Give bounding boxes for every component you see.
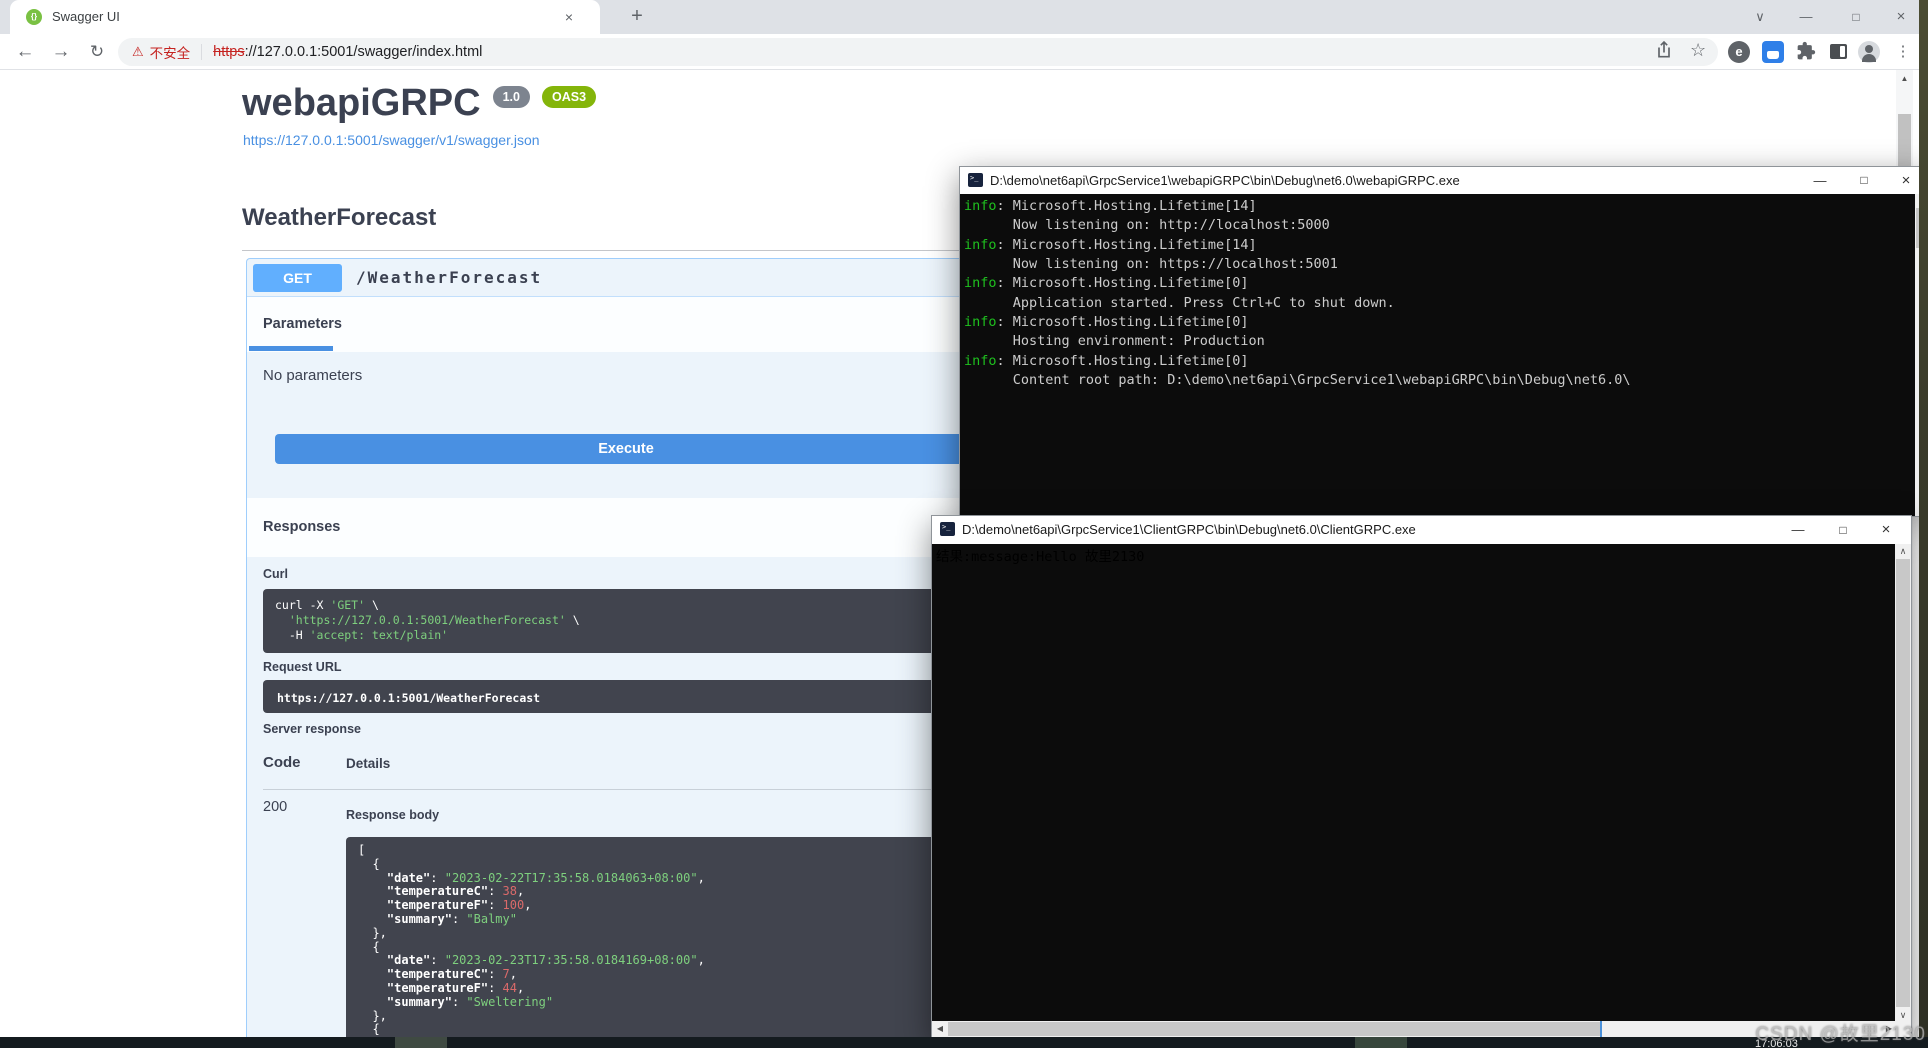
bookmark-star-icon[interactable]: ☆: [1690, 40, 1706, 61]
details-column-header: Details: [346, 756, 390, 771]
status-code-value: 200: [263, 799, 287, 815]
console2-minimize-button[interactable]: —: [1783, 516, 1813, 544]
console2-close-button[interactable]: ×: [1871, 516, 1901, 544]
csdn-watermark: CSDN @故里2130: [1755, 1019, 1926, 1046]
version-badge: 1.0: [493, 86, 530, 108]
extension-e-icon[interactable]: e: [1728, 41, 1750, 63]
operation-path: /WeatherForecast: [356, 268, 542, 287]
desktop-edge-sliver: [1919, 0, 1928, 1048]
url-https-struck: https: [213, 44, 244, 60]
console1-close-button[interactable]: ×: [1891, 167, 1921, 194]
console-icon: >_: [968, 173, 983, 187]
get-method-badge: GET: [253, 264, 342, 292]
scrollbar-up-icon[interactable]: ▲: [1896, 74, 1913, 83]
reload-button-icon[interactable]: ↻: [82, 34, 112, 70]
console-icon: >_: [940, 522, 955, 536]
page-url[interactable]: https://127.0.0.1:5001/swagger/index.htm…: [213, 44, 482, 60]
forward-button-icon[interactable]: →: [46, 34, 76, 70]
curl-label: Curl: [263, 567, 288, 581]
omnibox-divider: [201, 44, 202, 60]
request-url-label: Request URL: [263, 660, 341, 674]
swagger-favicon-icon: {}: [26, 9, 42, 25]
console1-title: D:\demo\net6api\GrpcService1\webapiGRPC\…: [990, 167, 1460, 194]
console2-maximize-button[interactable]: □: [1828, 516, 1858, 544]
window-minimize-button[interactable]: —: [1794, 0, 1818, 34]
parameters-tab-underline: [249, 346, 333, 351]
console2-vertical-scrollbar[interactable]: ∧ ∨: [1895, 544, 1911, 1023]
taskbar-sliver[interactable]: 17:06:03: [0, 1037, 1928, 1048]
url-rest: ://127.0.0.1:5001/swagger/index.html: [245, 44, 483, 60]
console-window-webapigrpc[interactable]: >_ D:\demo\net6api\GrpcService1\webapiGR…: [959, 166, 1928, 517]
tag-section-title[interactable]: WeatherForecast: [242, 204, 436, 232]
scrollbar-thumb[interactable]: [1898, 114, 1911, 170]
profile-avatar[interactable]: [1858, 41, 1880, 63]
console2-title: D:\demo\net6api\GrpcService1\ClientGRPC\…: [962, 516, 1416, 544]
tab-list-chevron-icon[interactable]: ∨: [1748, 0, 1772, 34]
console1-output: info: Microsoft.Hosting.Lifetime[14] Now…: [960, 194, 1927, 516]
taskbar-app-patch: [1355, 1037, 1407, 1048]
console2-scroll-left-icon[interactable]: ◀: [933, 1021, 947, 1037]
execute-button[interactable]: Execute: [275, 434, 977, 464]
tab-close-icon[interactable]: ×: [558, 0, 580, 34]
security-warning-label[interactable]: 不安全: [150, 42, 191, 62]
console2-horizontal-scrollbar[interactable]: ◀ ▶: [932, 1021, 1897, 1037]
extension-blue-icon[interactable]: [1762, 41, 1784, 63]
browser-tab[interactable]: {} Swagger UI ×: [10, 0, 600, 34]
parameters-label: Parameters: [263, 316, 342, 332]
console2-hscroll-accent: [1600, 1021, 1602, 1037]
security-warning-icon[interactable]: ⚠: [132, 44, 144, 60]
console2-output: 结果:message:Hello 故里2130: [932, 544, 1897, 1023]
browser-menu-icon[interactable]: ⋮: [1892, 41, 1914, 63]
oas3-badge: OAS3: [542, 86, 596, 108]
responses-label: Responses: [263, 519, 340, 535]
browser-toolbar: ← → ↻ ⚠ 不安全 https://127.0.0.1:5001/swagg…: [0, 34, 1919, 70]
extensions-puzzle-icon[interactable]: [1796, 41, 1818, 63]
api-title: webapiGRPC1.0OAS3: [242, 82, 596, 125]
new-tab-button[interactable]: +: [622, 0, 652, 33]
address-bar[interactable]: ⚠ 不安全 https://127.0.0.1:5001/swagger/ind…: [118, 38, 1718, 66]
tab-title: Swagger UI: [52, 0, 120, 34]
side-panel-icon[interactable]: [1830, 44, 1847, 59]
tab-strip: {} Swagger UI × + ∨ — □ ×: [0, 0, 1919, 34]
console1-titlebar[interactable]: >_ D:\demo\net6api\GrpcService1\webapiGR…: [960, 167, 1927, 194]
console1-minimize-button[interactable]: —: [1805, 167, 1835, 194]
window-maximize-button[interactable]: □: [1844, 0, 1868, 34]
taskbar-app-patch: [395, 1037, 447, 1048]
console1-maximize-button[interactable]: □: [1849, 167, 1879, 194]
console2-result-line: 结果:message:Hello 故里2130: [936, 548, 1893, 567]
console-window-clientgrpc[interactable]: >_ D:\demo\net6api\GrpcService1\ClientGR…: [931, 515, 1912, 1038]
console2-scroll-up-icon[interactable]: ∧: [1895, 546, 1911, 557]
server-response-label: Server response: [263, 722, 361, 736]
console2-hscroll-thumb[interactable]: [948, 1022, 1600, 1036]
console2-vscroll-thumb[interactable]: [1896, 559, 1910, 1007]
code-column-header: Code: [263, 754, 301, 771]
no-parameters-text: No parameters: [263, 367, 362, 384]
window-close-button[interactable]: ×: [1889, 0, 1913, 34]
response-body-label: Response body: [346, 808, 439, 822]
share-icon[interactable]: [1654, 40, 1674, 65]
console2-titlebar[interactable]: >_ D:\demo\net6api\GrpcService1\ClientGR…: [932, 516, 1911, 544]
back-button-icon[interactable]: ←: [10, 34, 40, 70]
request-url-value: https://127.0.0.1:5001/WeatherForecast: [277, 691, 540, 705]
swagger-json-link[interactable]: https://127.0.0.1:5001/swagger/v1/swagge…: [243, 132, 540, 148]
